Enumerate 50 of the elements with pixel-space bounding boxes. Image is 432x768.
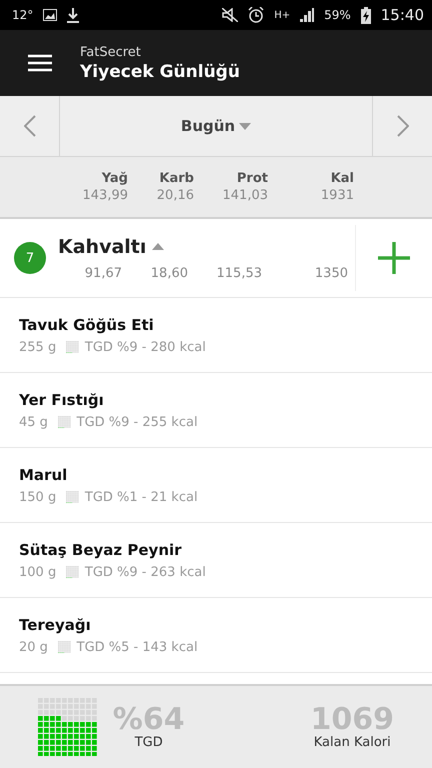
caret-icon [152, 243, 164, 250]
nutrient-label: Karb [159, 171, 194, 186]
meal-value: 115,53 [216, 266, 262, 280]
daily-value-label: TGD [134, 734, 163, 750]
food-detail: TGD %1 - 21 kcal [84, 490, 198, 504]
food-name: Sütaş Beyaz Peynir [19, 540, 183, 558]
food-name: Tereyağı [19, 616, 92, 634]
meal-header[interactable]: Kahvaltı [58, 236, 348, 258]
menu-icon [28, 54, 52, 72]
item-count: 7 [14, 242, 46, 274]
remaining-calories-label: Kalan Kalori [314, 734, 391, 750]
food-name: Marul [19, 466, 68, 484]
food-name: Tavuk Göğüs Eti [19, 316, 155, 334]
app-name: FatSecret [80, 44, 142, 60]
food-detail: TGD %5 - 143 kcal [76, 640, 198, 654]
alarm-icon [248, 7, 264, 23]
temperature: 12° [12, 8, 34, 22]
nutrient-total: 20,16 [156, 188, 194, 203]
food-amount: 20 g [19, 640, 48, 654]
food-amount: 45 g [19, 414, 48, 430]
chevron-right-icon [396, 115, 408, 137]
signal-icon [300, 8, 314, 22]
clock: 15:40 [380, 6, 424, 24]
battery-charging-icon [360, 6, 371, 24]
nutrient-label: Kal [330, 171, 354, 186]
food-detail: TGD %9 - 263 kcal [84, 564, 206, 580]
nutrient-total: 141,03 [222, 188, 268, 203]
mute-icon [222, 8, 238, 22]
food-amount: 255 g [19, 340, 56, 354]
food-name: Yer Fıstığı [19, 390, 105, 408]
food-amount: 100 g [19, 564, 56, 580]
plus-icon [378, 242, 410, 274]
screen-title: Yiyecek Günlüğü [80, 62, 240, 82]
image-icon [43, 9, 58, 21]
meal-value: 1350 [314, 266, 348, 280]
battery-percent: 59% [324, 8, 351, 22]
food-detail: TGD %9 - 255 kcal [76, 414, 198, 430]
meal-value: 91,67 [84, 266, 122, 280]
meal-value: 18,60 [150, 266, 188, 280]
food-amount: 150 g [19, 490, 56, 504]
chevron-left-icon [24, 115, 36, 137]
network-type: H+ [274, 10, 290, 20]
nutrient-label: Prot [236, 171, 268, 186]
download-icon [67, 8, 80, 22]
nutrient-total: 143,99 [82, 188, 128, 203]
nutrient-total: 1931 [320, 188, 354, 203]
nutrient-label: Yağ [102, 171, 128, 186]
food-detail: TGD %9 - 280 kcal [84, 340, 206, 354]
caret-icon [239, 122, 252, 130]
daily-value-grid-icon [38, 698, 97, 756]
